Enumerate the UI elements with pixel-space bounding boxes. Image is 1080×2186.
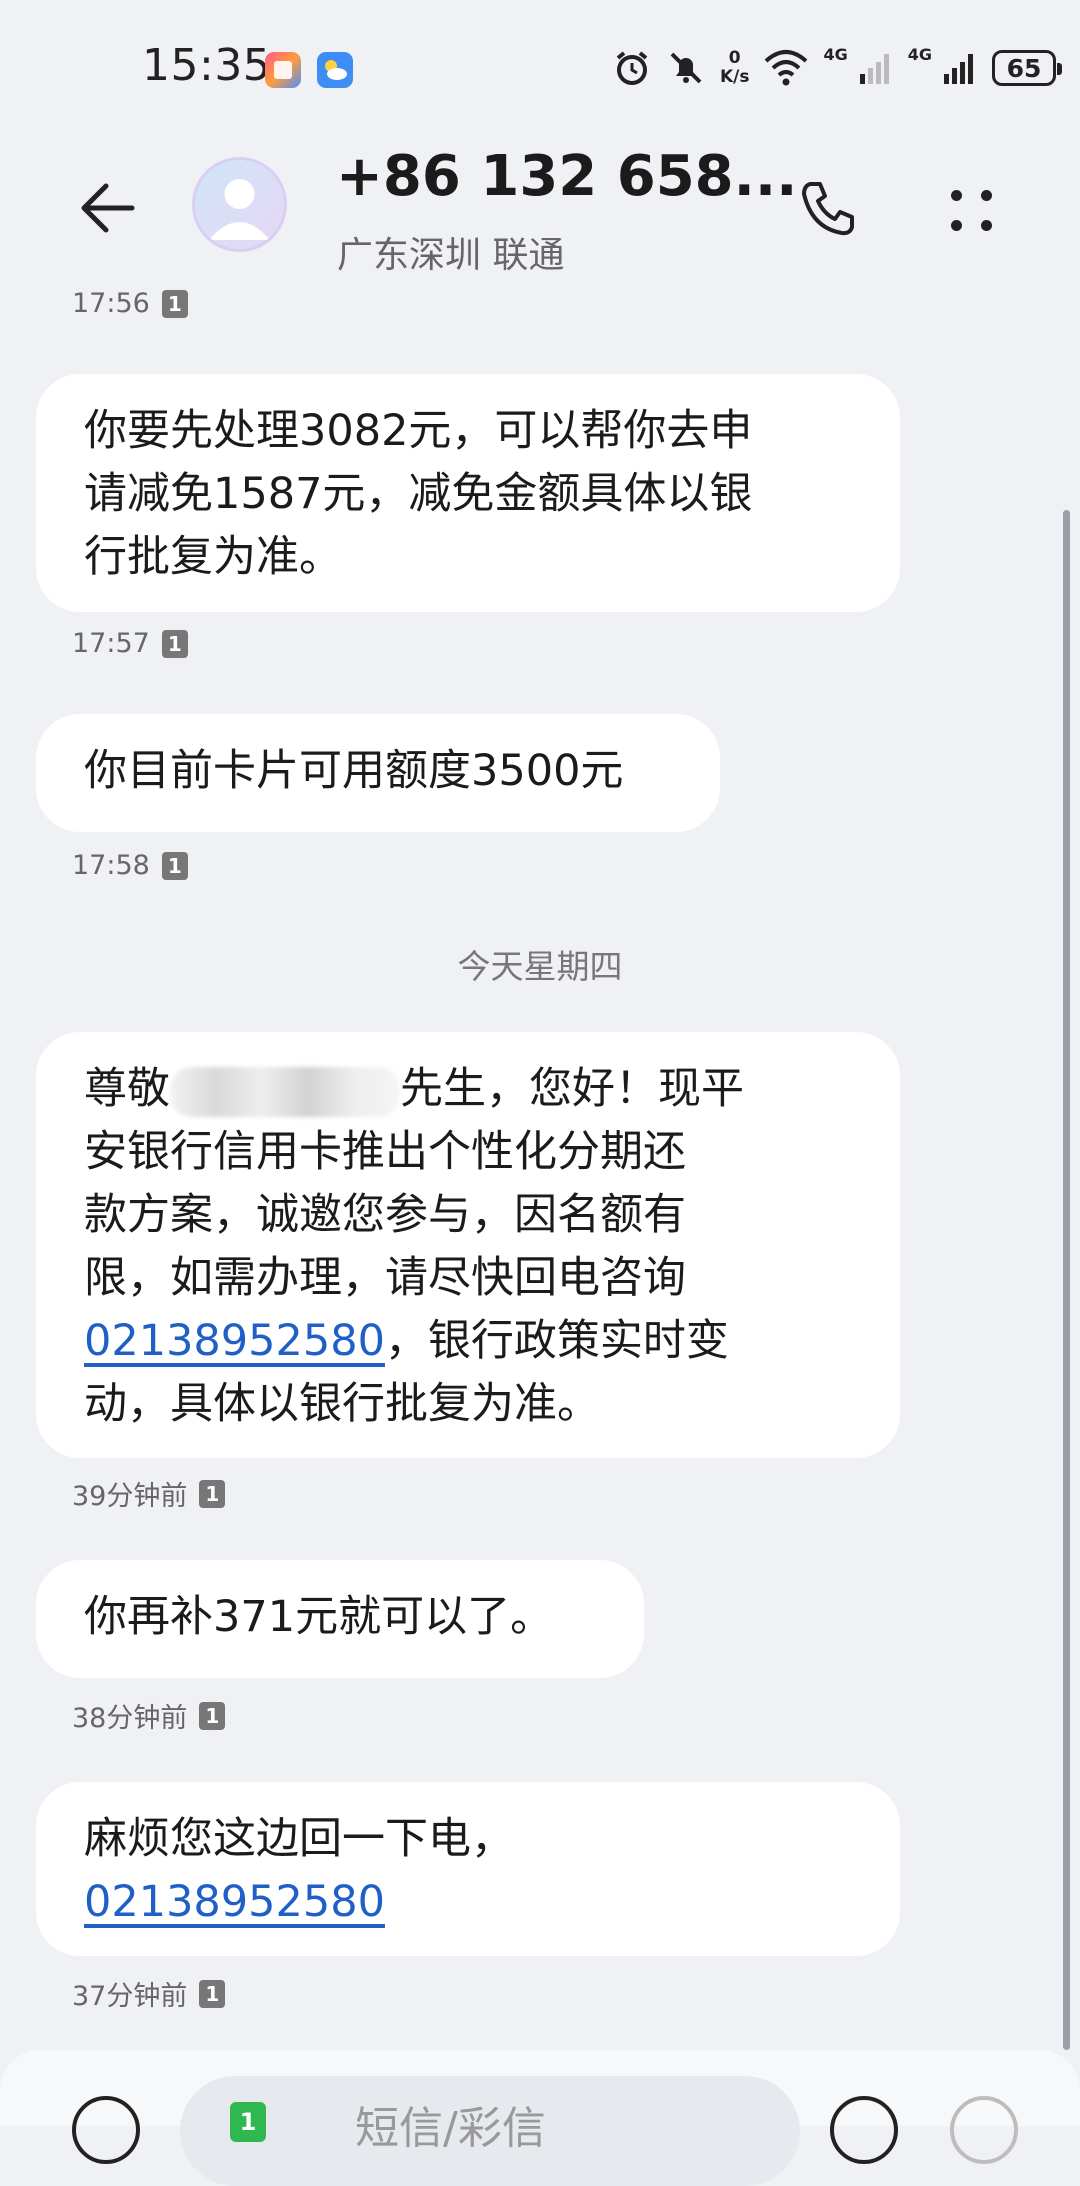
send-button[interactable] (950, 2096, 1018, 2164)
sim-badge: 1 (161, 851, 188, 880)
message-meta: 17:57 1 (72, 628, 188, 659)
signal-icon (859, 54, 889, 84)
avatar[interactable] (192, 157, 287, 252)
message-time: 38分钟前 (72, 1703, 188, 1734)
conversation-header: +86 132 658... 广东深圳 联通 (0, 130, 1080, 280)
contact-number[interactable]: +86 132 658... (336, 144, 797, 209)
signal-icon (944, 54, 973, 84)
sim-badge: 1 (161, 629, 188, 658)
message-bubble[interactable]: 你目前卡片可用额度3500元 (36, 714, 720, 832)
back-button[interactable] (70, 170, 146, 246)
sim-badge: 1 (199, 1701, 226, 1730)
message-time: 17:56 (72, 288, 150, 319)
back-arrow-icon (81, 183, 135, 233)
sim-badge: 1 (161, 289, 188, 318)
message-time: 17:57 (72, 628, 150, 659)
message-text-line: 请减免1587元，减免金额具体以银 (84, 469, 753, 519)
phone-link[interactable]: 02138952580 (84, 1316, 385, 1366)
message-text: 你目前卡片可用额度3500元 (84, 746, 624, 796)
status-time: 15:35 (142, 40, 272, 91)
message-time: 37分钟前 (72, 1981, 188, 2012)
message-meta: 38分钟前 1 (72, 1696, 226, 1735)
day-separator: 今天星期四 (457, 947, 623, 986)
message-text-line: 02138952580，银行政策实时变 (84, 1316, 729, 1366)
message-time: 39分钟前 (72, 1481, 188, 1512)
wifi-icon (765, 50, 808, 86)
message-bubble[interactable]: 尊敬 先生，您好！现平 安银行信用卡推出个性化分期还 款方案，诚邀您参与，因名额有… (36, 1032, 900, 1458)
battery-icon: 65 (992, 50, 1062, 86)
alarm-icon (616, 51, 648, 85)
phone-icon (802, 182, 854, 236)
weather-icon (317, 52, 353, 88)
message-text-line: 麻烦您这边回一下电， (84, 1814, 514, 1864)
emoji-button[interactable] (830, 2096, 898, 2164)
message-text-line: 02138952580 (84, 1871, 852, 1934)
message-text-line: 行批复为准。 (84, 532, 342, 582)
message-time: 17:58 (72, 850, 150, 881)
message-bubble[interactable]: 你要先处理3082元，可以帮你去申 请减免1587元，减免金额具体以银 行批复为… (36, 374, 900, 612)
call-button[interactable] (790, 170, 866, 246)
sim2-network-label: 4G (907, 44, 932, 64)
message-meta: 39分钟前 1 (72, 1474, 226, 1513)
app-store-icon (265, 52, 301, 88)
more-button[interactable] (935, 170, 1011, 246)
message-meta: 17:58 1 (72, 850, 188, 881)
redacted-name (170, 1066, 400, 1117)
message-text-line: 你要先处理3082元，可以帮你去申 (84, 406, 753, 456)
message-composer: 1 短信/彩信 (0, 2050, 1080, 2186)
message-text-line: 安银行信用卡推出个性化分期还 (84, 1127, 686, 1177)
scrollbar[interactable] (1063, 510, 1070, 2050)
add-attachment-button[interactable] (72, 2096, 140, 2164)
phone-link[interactable]: 02138952580 (84, 1877, 385, 1927)
status-bar: 15:35 0 K/s 4G 4G 65 (0, 0, 1080, 110)
message-text: 你再补371元就可以了。 (84, 1592, 554, 1642)
sim-badge: 1 (199, 1479, 226, 1508)
message-text-line: 款方案，诚邀您参与，因名额有 (84, 1190, 686, 1240)
mute-icon (670, 52, 702, 84)
contact-location: 广东深圳 联通 (337, 235, 565, 276)
message-text-line: 尊敬 先生，您好！现平 (84, 1058, 852, 1121)
message-text-line: 动，具体以银行批复为准。 (84, 1379, 600, 1429)
net-speed: 0 K/s (719, 48, 750, 87)
message-bubble[interactable]: 麻烦您这边回一下电， 02138952580 (36, 1782, 900, 1956)
message-input-placeholder: 短信/彩信 (355, 2103, 546, 2154)
battery-level: 65 (1006, 53, 1042, 83)
status-icons: 0 K/s 4G 4G 65 (612, 44, 1062, 92)
message-bubble[interactable]: 你再补371元就可以了。 (36, 1560, 644, 1678)
message-meta: 17:56 1 (72, 288, 188, 319)
sim-selector[interactable]: 1 (230, 2102, 266, 2142)
message-meta: 37分钟前 1 (72, 1974, 226, 2013)
message-text-line: 限，如需办理，请尽快回电咨询 (84, 1253, 686, 1303)
sim-badge: 1 (199, 1979, 226, 2008)
sim1-network-label: 4G (823, 44, 848, 64)
